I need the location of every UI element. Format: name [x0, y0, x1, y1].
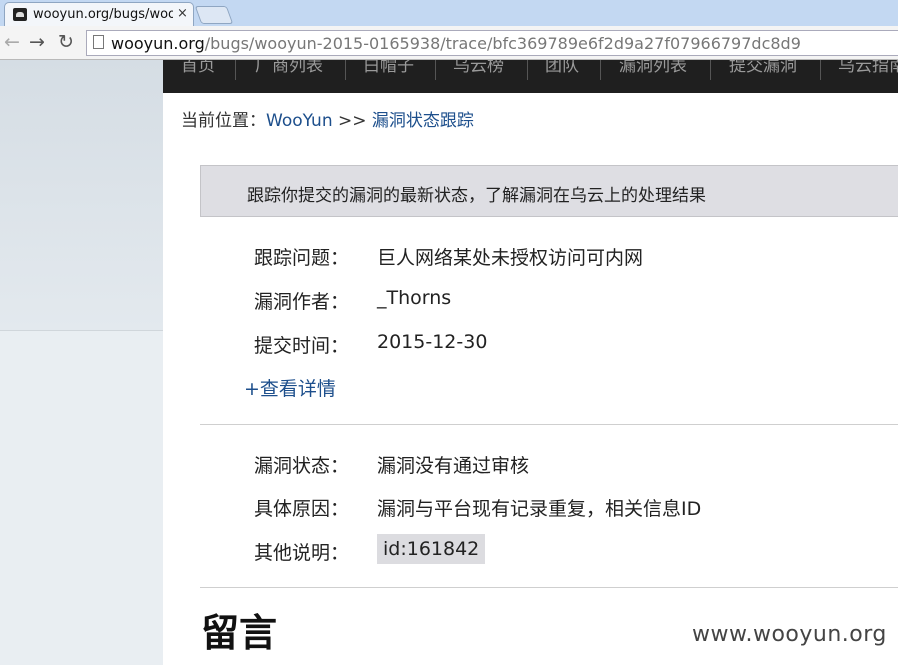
left-background — [0, 60, 163, 665]
breadcrumb: 当前位置：WooYun >> 漏洞状态跟踪 — [181, 106, 474, 131]
browser-tab[interactable]: wooyun.org/bugs/wooy × — [4, 2, 194, 26]
issue-value: 巨人网络某处未授权访问可内网 — [377, 247, 644, 269]
breadcrumb-separator: >> — [332, 111, 372, 131]
url-host: wooyun.org — [111, 34, 205, 53]
nav-item-bug-list[interactable]: 漏洞列表 — [619, 60, 687, 76]
nav-item-teams[interactable]: 团队 — [545, 60, 579, 76]
note-label: 其他说明： — [254, 542, 350, 564]
nav-divider — [345, 60, 346, 80]
back-arrow-icon[interactable]: ← — [4, 31, 20, 53]
site-nav: 首页 厂商列表 白帽子 乌云榜 团队 漏洞列表 提交漏洞 乌云指南 — [163, 60, 898, 93]
address-bar[interactable]: wooyun.org/bugs/wooyun-2015-0165938/trac… — [86, 30, 898, 56]
nav-divider — [435, 60, 436, 80]
wooyun-favicon-icon — [13, 8, 27, 21]
info-box: 跟踪你提交的漏洞的最新状态，了解漏洞在乌云上的处理结果 — [200, 165, 898, 217]
browser-toolbar: ← → ↻ wooyun.org/bugs/wooyun-2015-016593… — [0, 26, 898, 60]
view-details-link[interactable]: +查看详情 — [244, 374, 336, 401]
breadcrumb-home-link[interactable]: WooYun — [266, 111, 333, 131]
divider — [200, 587, 898, 588]
watermark: www.wooyun.org — [692, 622, 887, 647]
info-box-text: 跟踪你提交的漏洞的最新状态，了解漏洞在乌云上的处理结果 — [247, 186, 706, 206]
nav-divider — [820, 60, 821, 80]
submit-time-value: 2015-12-30 — [377, 331, 488, 353]
nav-divider — [527, 60, 528, 80]
reload-icon[interactable]: ↻ — [58, 31, 74, 53]
issue-label: 跟踪问题： — [254, 247, 350, 269]
tab-strip: wooyun.org/bugs/wooy × — [0, 0, 898, 26]
nav-item-submit[interactable]: 提交漏洞 — [729, 60, 797, 76]
submit-time-label: 提交时间： — [254, 335, 350, 357]
nav-divider — [600, 60, 601, 80]
breadcrumb-prefix: 当前位置： — [181, 111, 266, 131]
nav-item-whitehats[interactable]: 白帽子 — [363, 60, 414, 76]
status-label: 漏洞状态： — [254, 455, 350, 477]
forward-arrow-icon[interactable]: → — [29, 31, 45, 53]
breadcrumb-current-link[interactable]: 漏洞状态跟踪 — [372, 111, 474, 131]
reason-label: 具体原因： — [254, 498, 350, 520]
comments-heading: 留言 — [201, 611, 278, 655]
note-id-badge: id:161842 — [377, 534, 486, 564]
author-label: 漏洞作者： — [254, 291, 350, 313]
nav-item-home[interactable]: 首页 — [181, 60, 215, 76]
url-path: /bugs/wooyun-2015-0165938/trace/bfc36978… — [204, 34, 801, 53]
new-tab-button[interactable] — [194, 6, 234, 24]
nav-item-guide[interactable]: 乌云指南 — [838, 60, 898, 76]
url-text[interactable]: wooyun.org/bugs/wooyun-2015-0165938/trac… — [111, 34, 801, 53]
tab-close-icon[interactable]: × — [177, 6, 188, 21]
nav-divider — [235, 60, 236, 80]
status-value: 漏洞没有通过审核 — [377, 455, 530, 477]
nav-item-vendors[interactable]: 厂商列表 — [255, 60, 323, 76]
nav-item-ranking[interactable]: 乌云榜 — [453, 60, 504, 76]
author-value: _Thorns — [377, 287, 452, 309]
divider — [200, 424, 898, 425]
nav-divider — [710, 60, 711, 80]
left-band — [0, 60, 163, 331]
page-icon — [93, 35, 104, 49]
reason-value: 漏洞与平台现有记录重复，相关信息ID — [377, 498, 702, 520]
tab-title: wooyun.org/bugs/wooy — [33, 7, 173, 22]
